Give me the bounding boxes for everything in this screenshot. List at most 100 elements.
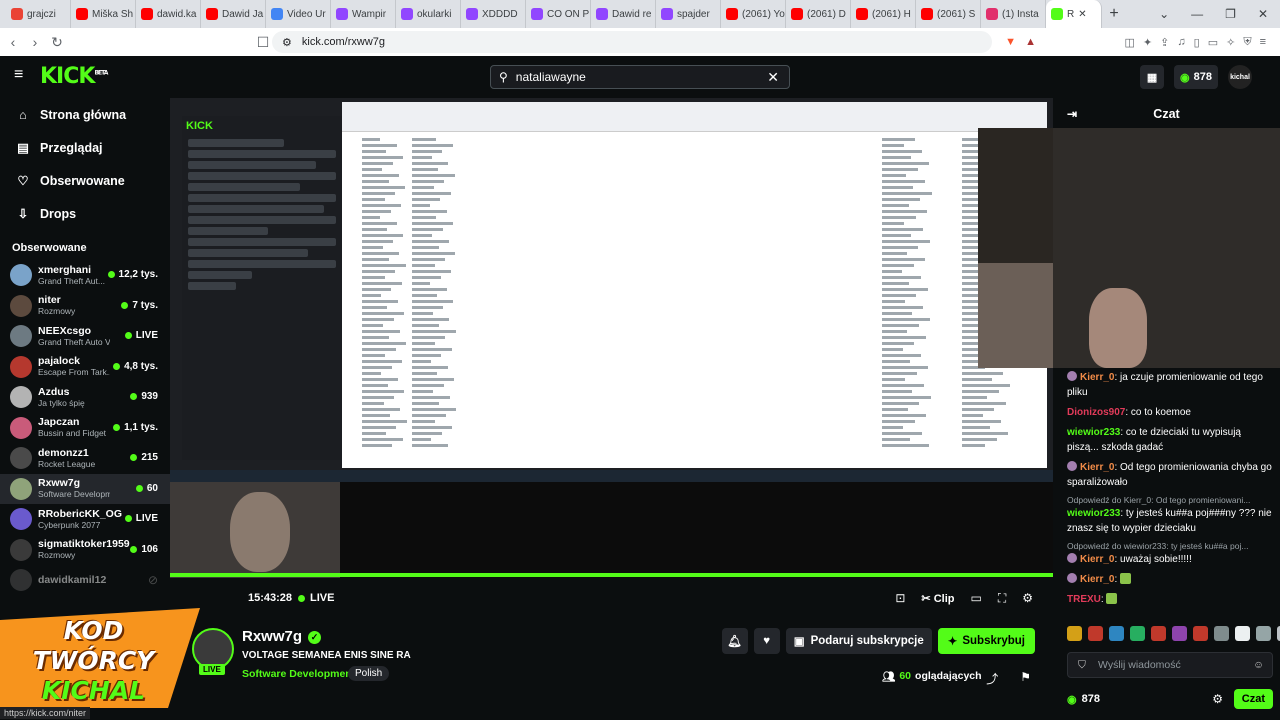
- tab-close-icon[interactable]: ✕: [1078, 9, 1086, 20]
- video-player[interactable]: KICK: [170, 98, 1053, 578]
- extension-icon[interactable]: ✦: [1143, 36, 1152, 49]
- channel-name[interactable]: Rxww7g ✓: [242, 628, 322, 645]
- back-icon[interactable]: ‹: [2, 34, 24, 50]
- browser-tab[interactable]: CO ON P: [526, 0, 591, 28]
- maximize-icon[interactable]: ❐: [1225, 7, 1236, 21]
- bookmark-icon[interactable]: ☐: [252, 34, 274, 51]
- emote-icon[interactable]: [1067, 626, 1082, 641]
- clear-search-icon[interactable]: ✕: [767, 69, 779, 86]
- emote-icon[interactable]: [1256, 626, 1271, 641]
- layout-toggle-icon[interactable]: ▦: [1140, 65, 1165, 89]
- browser-tab[interactable]: Dawid Ja: [201, 0, 266, 28]
- tab-search-icon[interactable]: ⌄: [1159, 7, 1169, 21]
- subscribe-button[interactable]: ✦ Subskrybuj: [937, 628, 1035, 654]
- chat-username[interactable]: wiewior233: [1067, 508, 1120, 519]
- report-icon[interactable]: ⚑: [1020, 670, 1031, 687]
- chat-username[interactable]: wiewior233: [1067, 427, 1120, 438]
- emote-icon[interactable]: [1109, 626, 1124, 641]
- menu-icon[interactable]: ≡: [1260, 36, 1266, 48]
- following-item[interactable]: sigmatiktoker1959 Rozmowy 106: [0, 535, 170, 566]
- browser-tab[interactable]: dawid.ka: [136, 0, 201, 28]
- send-chat-button[interactable]: Czat: [1233, 689, 1273, 709]
- share-channel-icon[interactable]: ⤴: [986, 670, 998, 687]
- emote-icon[interactable]: [1235, 626, 1250, 641]
- miniplayer-icon[interactable]: ▭: [970, 591, 981, 605]
- following-item[interactable]: pajalock Escape From Tark... 4,8 tys.: [0, 352, 170, 383]
- close-window-icon[interactable]: ✕: [1258, 7, 1268, 21]
- emote-icon[interactable]: [1088, 626, 1103, 641]
- new-tab-icon[interactable]: +: [1102, 5, 1126, 23]
- address-bar[interactable]: ⚙ kick.com/rxww7g ▼ ▲: [272, 31, 1036, 53]
- wallet-icon[interactable]: ▭: [1208, 36, 1218, 49]
- emoji-icon[interactable]: ☺: [1253, 659, 1264, 671]
- music-icon[interactable]: ♫: [1177, 36, 1185, 48]
- browser-tab[interactable]: (2061) Yo: [721, 0, 786, 28]
- browser-tab[interactable]: Miška Sh: [71, 0, 136, 28]
- following-item[interactable]: dawidkamil12 ⊘: [0, 565, 170, 596]
- translate-icon[interactable]: ◫: [1125, 36, 1135, 49]
- settings-icon[interactable]: ⚙: [1022, 591, 1033, 605]
- chat-username[interactable]: Dionizos907: [1067, 407, 1125, 418]
- following-item[interactable]: Japczan Bussin and Fidget 1,1 tys.: [0, 413, 170, 444]
- sidebar-icon[interactable]: ▯: [1194, 36, 1200, 49]
- emote-icon[interactable]: [1214, 626, 1229, 641]
- nav-item-browse[interactable]: ▤ Przeglądaj: [0, 131, 170, 164]
- nav-item-drops[interactable]: ⇩ Drops: [0, 197, 170, 230]
- collapse-chat-icon[interactable]: ⇥: [1067, 107, 1077, 121]
- user-avatar[interactable]: kichal: [1228, 65, 1252, 89]
- chat-settings-icon[interactable]: ⚙: [1212, 692, 1223, 706]
- forward-icon[interactable]: ›: [24, 34, 46, 50]
- hamburger-menu-icon[interactable]: ≡: [14, 66, 23, 84]
- follow-heart-icon[interactable]: ♥: [753, 628, 780, 654]
- fullscreen-icon[interactable]: ⛶: [998, 591, 1006, 606]
- chat-username[interactable]: Kierr_0: [1080, 372, 1114, 383]
- browser-tab[interactable]: spajder: [656, 0, 721, 28]
- video-progress-bar[interactable]: [170, 573, 1053, 577]
- emote-icon[interactable]: [1172, 626, 1187, 641]
- following-item[interactable]: NEEXcsgoGrand Theft Auto V (... LIVE: [0, 321, 170, 352]
- browser-tab[interactable]: grajczi: [6, 0, 71, 28]
- browser-tab[interactable]: Wampir: [331, 0, 396, 28]
- site-info-icon[interactable]: ⚙: [282, 36, 292, 49]
- following-item[interactable]: niter Rozmowy 7 tys.: [0, 291, 170, 322]
- browser-tab[interactable]: (1) Insta: [981, 0, 1046, 28]
- browser-tab[interactable]: XDDDD: [461, 0, 526, 28]
- notifications-bell-icon[interactable]: 🔔︎: [721, 628, 748, 654]
- browser-tab[interactable]: (2061) S: [916, 0, 981, 28]
- chat-message-input[interactable]: ⛉ Wyślij wiadomość ☺: [1067, 652, 1273, 678]
- active-tab[interactable]: R ✕: [1046, 0, 1102, 28]
- following-item[interactable]: demonzz1 Rocket League 215: [0, 443, 170, 474]
- shield-icon[interactable]: ⛉: [1078, 659, 1086, 672]
- gift-subs-button[interactable]: ▣ Podaruj subskrypcje: [785, 628, 932, 654]
- following-item[interactable]: xmerghani Grand Theft Aut... 12,2 tys.: [0, 260, 170, 291]
- share-icon[interactable]: ⇪: [1160, 36, 1169, 49]
- browser-tab[interactable]: Video Ur: [266, 0, 331, 28]
- chat-username[interactable]: Kierr_0: [1080, 574, 1114, 585]
- minimize-icon[interactable]: —: [1191, 7, 1203, 21]
- following-item[interactable]: RRobericKK_OG Cyberpunk 2077 LIVE: [0, 504, 170, 535]
- theater-mode-icon[interactable]: ⊡: [895, 591, 905, 605]
- kick-logo[interactable]: KICKBETA: [40, 64, 108, 89]
- nav-item-home[interactable]: ⌂ Strona główna: [0, 98, 170, 131]
- stream-category[interactable]: Software Development: [242, 668, 355, 680]
- leo-icon[interactable]: ✧: [1226, 36, 1235, 49]
- browser-tab[interactable]: (2061) D: [786, 0, 851, 28]
- language-tag[interactable]: Polish: [348, 666, 390, 681]
- emote-icon[interactable]: [1193, 626, 1208, 641]
- browser-tab[interactable]: okularki: [396, 0, 461, 28]
- chat-username[interactable]: TREXU: [1067, 594, 1101, 605]
- following-item[interactable]: Azdus Ja tylko śpię 939: [0, 382, 170, 413]
- vpn-icon[interactable]: ⛨: [1243, 36, 1251, 49]
- clip-button[interactable]: ✂ Clip: [921, 592, 954, 605]
- following-item[interactable]: Rxww7gSoftware Development 60: [0, 473, 170, 504]
- emote-icon[interactable]: [1130, 626, 1145, 641]
- reload-icon[interactable]: ↻: [46, 34, 68, 51]
- rewards-icon[interactable]: ▲: [1025, 36, 1036, 48]
- brave-shield-icon[interactable]: ▼: [1005, 36, 1016, 48]
- browser-tab[interactable]: (2061) H: [851, 0, 916, 28]
- nav-item-heart[interactable]: ♡ Obserwowane: [0, 164, 170, 197]
- chat-username[interactable]: Kierr_0: [1080, 554, 1114, 565]
- points-button[interactable]: ◉ 878: [1174, 65, 1218, 89]
- search-input[interactable]: ⚲ nataliawayne ✕: [490, 65, 790, 89]
- browser-tab[interactable]: Dawid re: [591, 0, 656, 28]
